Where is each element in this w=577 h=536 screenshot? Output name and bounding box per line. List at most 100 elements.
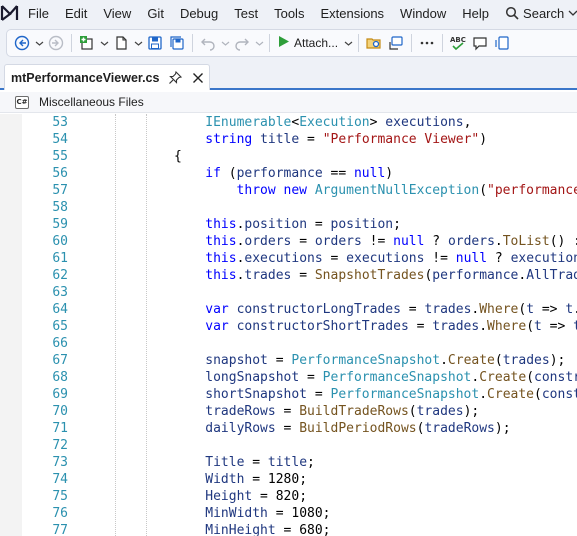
visual-studio-logo-icon[interactable] (0, 0, 20, 26)
code-token: = (307, 387, 331, 402)
chevron-down-icon[interactable] (342, 31, 354, 55)
menu-extensions[interactable]: Extensions (312, 0, 392, 26)
new-project-icon[interactable] (76, 31, 98, 55)
code-line[interactable]: 76 MinWidth = 1080; (0, 505, 577, 522)
code-line[interactable]: 72 (0, 437, 577, 454)
code-token: ; (393, 217, 401, 232)
code-token: trades (432, 319, 480, 334)
navigate-back-icon[interactable] (11, 31, 33, 55)
code-token: = (322, 251, 347, 266)
code-text: snapshot = PerformanceSnapshot.Create(tr… (205, 352, 565, 369)
code-line[interactable]: 70 tradeRows = BuildTradeRows(trades); (0, 403, 577, 420)
code-line[interactable]: 65 var constructorShortTrades = trades.Wh… (0, 318, 577, 335)
code-token: Execution (299, 115, 370, 130)
code-line[interactable]: 71 dailyRows = BuildPeriodRows(tradeRows)… (0, 420, 577, 437)
menu-view[interactable]: View (95, 0, 139, 26)
code-token: = (307, 217, 331, 232)
code-token: Width (205, 472, 245, 487)
spell-check-icon[interactable]: ABC (447, 31, 469, 55)
more-options-icon[interactable] (416, 31, 438, 55)
code-line[interactable]: 69 shortSnapshot = PerformanceSnapshot.Cr… (0, 386, 577, 403)
tab-mtperformanceviewer[interactable]: mtPerformanceViewer.cs (4, 64, 210, 90)
code-line[interactable]: 54 string title = "Performance Viewer") (0, 131, 577, 148)
live-share-icon[interactable] (385, 31, 407, 55)
chevron-down-icon[interactable] (98, 31, 110, 55)
code-line[interactable]: 57 throw new ArgumentNullException("perfo… (0, 182, 577, 199)
menu-window[interactable]: Window (392, 0, 454, 26)
find-in-files-icon[interactable] (363, 31, 385, 55)
code-text: MinHeight = 680; (205, 522, 330, 536)
code-line[interactable]: 73 Title = title; (0, 454, 577, 471)
menu-help[interactable]: Help (454, 0, 497, 26)
code-text: var constructorLongTrades = trades.Where… (205, 301, 577, 318)
code-token: ) (479, 132, 488, 147)
code-text: var constructorShortTrades = trades.Wher… (205, 318, 577, 335)
code-line[interactable]: 62 this.trades = SnapshotTrades(performan… (0, 267, 577, 284)
code-line[interactable]: 74 Width = 1280; (0, 471, 577, 488)
code-line[interactable]: 67 snapshot = PerformanceSnapshot.Create(… (0, 352, 577, 369)
code-text: this.position = position; (205, 216, 401, 233)
code-text: this.trades = SnapshotTrades(performance… (205, 267, 577, 284)
code-token: , (463, 115, 472, 130)
line-number: 68 (52, 370, 68, 385)
code-text: this.executions = executions != null ? e… (205, 250, 577, 267)
code-line[interactable]: 61 this.executions = executions != null ?… (0, 250, 577, 267)
chevron-down-icon[interactable] (132, 31, 144, 55)
project-scope-dropdown[interactable]: Miscellaneous Files (39, 95, 144, 109)
code-line[interactable]: 68 longSnapshot = PerformanceSnapshot.Cre… (0, 369, 577, 386)
menu-edit[interactable]: Edit (57, 0, 95, 26)
navigate-forward-icon[interactable] (45, 31, 67, 55)
code-token: ( (479, 183, 488, 198)
code-line[interactable]: 56 if (performance == null) (0, 165, 577, 182)
code-line[interactable]: 58 (0, 199, 577, 216)
menu-debug[interactable]: Debug (172, 0, 226, 26)
code-line[interactable]: 66 (0, 335, 577, 352)
comment-icon[interactable] (469, 31, 491, 55)
code-editor[interactable]: 53 IEnumerable<Execution> executions, 54 st… (0, 114, 577, 536)
line-number: 58 (52, 200, 68, 215)
new-file-icon[interactable] (110, 31, 132, 55)
code-token: ( (534, 387, 542, 402)
code-token: = (291, 234, 315, 249)
menu-git[interactable]: Git (139, 0, 172, 26)
chevron-down-icon[interactable] (33, 31, 45, 55)
menu-test[interactable]: Test (226, 0, 266, 26)
attach-button[interactable]: Attach... (274, 35, 342, 51)
code-line[interactable]: 64 var constructorLongTrades = trades.Whe… (0, 301, 577, 318)
code-token: > (369, 115, 386, 130)
window-layout-icon[interactable] (491, 31, 513, 55)
menu-file[interactable]: File (20, 0, 57, 26)
code-line[interactable]: 55 { (0, 148, 577, 165)
code-token: . (479, 387, 488, 402)
line-number: 76 (52, 506, 68, 521)
search-menu[interactable]: Search (497, 0, 577, 26)
redo-icon[interactable] (231, 31, 253, 55)
code-line[interactable]: 59 this.position = position; (0, 216, 577, 233)
code-token: null (455, 251, 488, 266)
save-all-icon[interactable] (166, 31, 188, 55)
code-token: => (534, 302, 566, 317)
code-token: != (424, 251, 456, 266)
menu-tools[interactable]: Tools (266, 0, 312, 26)
code-token: dailyRows (205, 421, 276, 436)
code-line[interactable]: 63 (0, 284, 577, 301)
code-token: . (518, 268, 527, 283)
code-token: t (573, 319, 577, 334)
undo-icon[interactable] (197, 31, 219, 55)
code-line[interactable]: 53 IEnumerable<Execution> executions, (0, 114, 577, 131)
chevron-down-icon[interactable] (219, 31, 231, 55)
code-token: => (541, 319, 574, 334)
code-line[interactable]: 77 MinHeight = 680; (0, 522, 577, 536)
code-line[interactable]: 75 Height = 820; (0, 488, 577, 505)
line-number: 77 (52, 523, 68, 536)
code-line[interactable]: 60 this.orders = orders != null ? orders.… (0, 233, 577, 250)
close-icon[interactable] (191, 71, 205, 85)
pin-icon[interactable] (168, 70, 183, 85)
chevron-down-icon[interactable] (253, 31, 265, 55)
code-token: executions (244, 251, 323, 266)
code-token: ? (424, 234, 448, 249)
code-token: ( (526, 319, 535, 334)
code-text: this.orders = orders != null ? orders.To… (205, 233, 577, 250)
save-icon[interactable] (144, 31, 166, 55)
